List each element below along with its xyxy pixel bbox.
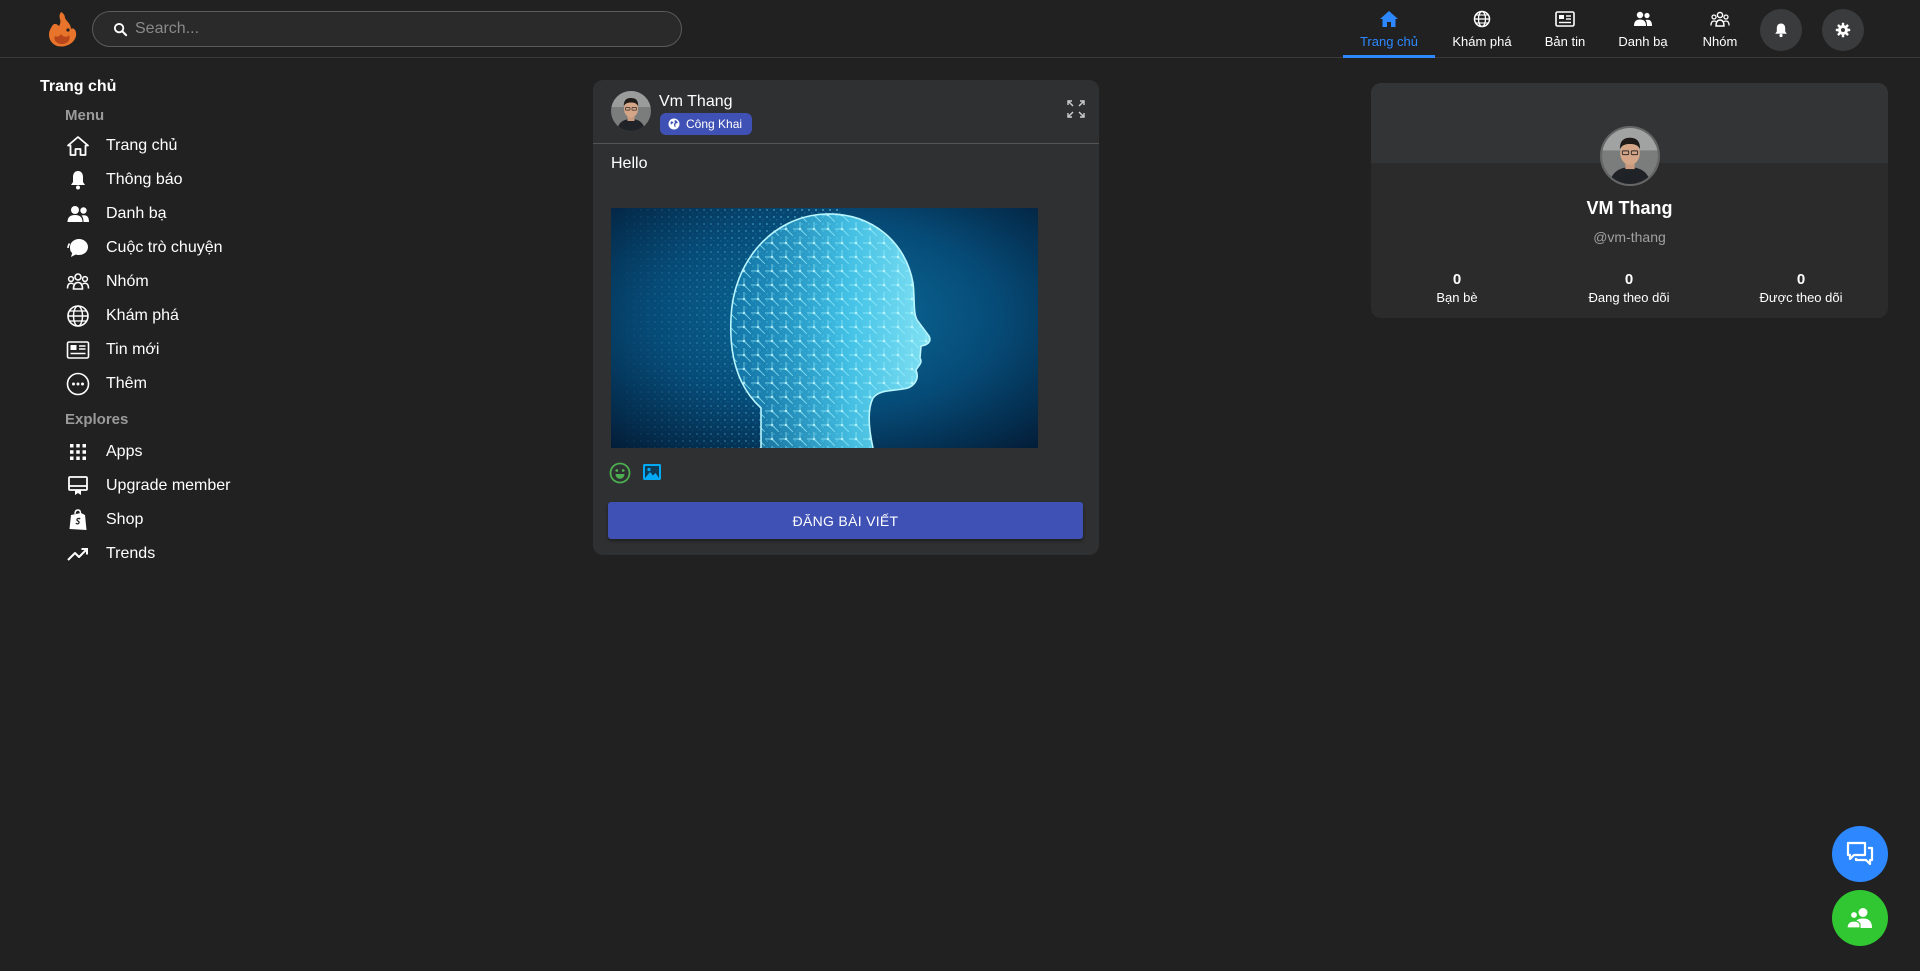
trending-icon (65, 541, 91, 567)
stat-following[interactable]: 0 Đang theo dõi (1543, 271, 1715, 305)
newspaper-icon (1555, 11, 1575, 27)
sidebar-item-upgrade[interactable]: Upgrade member (65, 469, 360, 503)
chat-icon (65, 235, 91, 261)
app-logo[interactable] (43, 10, 79, 48)
explores-heading: Explores (65, 411, 129, 428)
sidebar-item-apps[interactable]: Apps (65, 435, 360, 469)
profile-handle: @vm-thang (1593, 229, 1666, 245)
contacts-fab-button[interactable] (1832, 890, 1888, 946)
main-nav: Trang chủ Khám phá Bản tin Danh bạ Nhóm (1343, 0, 1755, 58)
sidebar-item-chats[interactable]: Cuộc trò chuyện (65, 231, 360, 265)
sidebar-title: Trang chủ (40, 78, 117, 95)
profile-card: VM Thang @vm-thang 0 Bạn bè 0 Đang theo … (1371, 83, 1888, 318)
upgrade-icon (65, 473, 91, 499)
chat-bubbles-icon (1846, 841, 1874, 866)
home-icon (1380, 11, 1398, 27)
left-sidebar: Trang chủ Menu Trang chủ Thông báo Danh … (40, 78, 360, 571)
shopify-bag-icon (65, 507, 91, 533)
post-header-divider (593, 143, 1099, 144)
nav-groups[interactable]: Nhóm (1685, 0, 1755, 58)
stat-value: 0 (1624, 271, 1634, 288)
more-icon (65, 371, 91, 397)
stat-followers[interactable]: 0 Được theo dõi (1715, 271, 1887, 305)
search-bar[interactable] (92, 11, 682, 47)
profile-avatar[interactable] (1600, 126, 1660, 186)
menu-heading: Menu (65, 107, 105, 124)
top-bar: Trang chủ Khám phá Bản tin (0, 0, 1920, 58)
author-avatar[interactable] (611, 91, 651, 131)
nav-home[interactable]: Trang chủ (1343, 0, 1435, 58)
group-icon (1710, 11, 1730, 27)
sidebar-item-explore[interactable]: Khám phá (65, 299, 360, 333)
globe-icon (668, 118, 680, 130)
profile-name[interactable]: VM Thang (1371, 198, 1888, 219)
search-input[interactable] (135, 12, 665, 46)
attached-image (611, 208, 1038, 448)
gear-icon (1835, 22, 1851, 38)
group-icon (65, 269, 91, 295)
sidebar-item-shop[interactable]: Shop (65, 503, 360, 537)
bell-icon (1775, 23, 1787, 38)
author-name[interactable]: Vm Thang (659, 93, 733, 111)
contacts-icon (1634, 11, 1652, 26)
stat-label: Đang theo dõi (1588, 290, 1670, 305)
expand-icon[interactable] (1067, 100, 1085, 118)
globe-icon (1473, 10, 1491, 28)
publish-post-button[interactable]: ĐĂNG BÀI VIẾT (608, 502, 1083, 539)
sidebar-item-groups[interactable]: Nhóm (65, 265, 360, 299)
sidebar-item-more[interactable]: Thêm (65, 367, 360, 401)
newspaper-icon (65, 337, 91, 363)
post-composer: Vm Thang Công Khai Hello ĐĂNG BÀI VIẾT (593, 80, 1099, 555)
nav-newsfeed[interactable]: Bản tin (1529, 0, 1601, 58)
globe-icon (65, 303, 91, 329)
sidebar-item-notifications[interactable]: Thông báo (65, 163, 360, 197)
sidebar-item-trends[interactable]: Trends (65, 537, 360, 571)
contacts-icon (65, 201, 91, 227)
stat-value: 0 (1796, 271, 1806, 288)
search-icon (113, 22, 128, 37)
stat-value: 0 (1452, 271, 1462, 288)
stat-label: Được theo dõi (1759, 290, 1843, 305)
sidebar-item-contacts[interactable]: Danh bạ (65, 197, 360, 231)
post-content[interactable]: Hello (611, 155, 647, 173)
sidebar-item-news[interactable]: Tin mới (65, 333, 360, 367)
notifications-button[interactable] (1760, 9, 1802, 51)
emoji-icon[interactable] (609, 462, 631, 484)
contacts-icon (1846, 908, 1872, 929)
privacy-label: Công Khai (686, 117, 743, 131)
sidebar-item-home[interactable]: Trang chủ (65, 129, 360, 163)
stat-label: Bạn bè (1436, 290, 1478, 305)
image-upload-icon[interactable] (642, 462, 662, 482)
privacy-selector[interactable]: Công Khai (660, 113, 753, 135)
stat-friends[interactable]: 0 Bạn bè (1371, 271, 1543, 305)
bell-icon (65, 167, 91, 193)
chat-fab-button[interactable] (1832, 826, 1888, 882)
settings-button[interactable] (1822, 9, 1864, 51)
home-icon (65, 133, 91, 159)
apps-grid-icon (65, 439, 91, 465)
nav-explore[interactable]: Khám phá (1435, 0, 1529, 58)
nav-contacts[interactable]: Danh bạ (1601, 0, 1685, 58)
